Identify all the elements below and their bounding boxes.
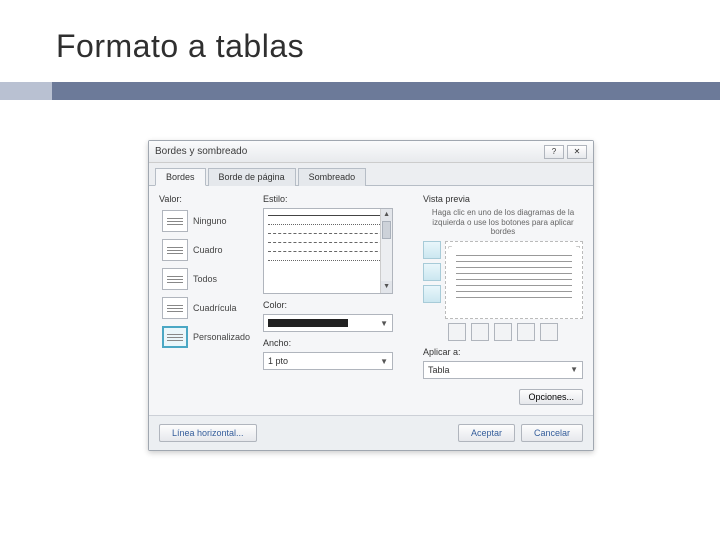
- opciones-button[interactable]: Opciones...: [519, 389, 583, 405]
- valor-cuadro-label: Cuadro: [193, 245, 223, 255]
- dialog-titlebar: Bordes y sombreado ? ✕: [149, 141, 593, 163]
- valor-todos[interactable]: Todos: [159, 266, 253, 292]
- border-diag1-button[interactable]: [517, 323, 535, 341]
- estilo-scrollbar[interactable]: ▲ ▼: [380, 209, 392, 293]
- style-dotted[interactable]: [268, 224, 388, 225]
- valor-personalizado-icon: [162, 326, 188, 348]
- style-section: Estilo: ▲ ▼ Color: ▼ Ancho:: [263, 194, 413, 405]
- help-button[interactable]: ?: [544, 145, 564, 159]
- valor-personalizado[interactable]: Personalizado: [159, 324, 253, 350]
- border-left-button[interactable]: [448, 323, 466, 341]
- tab-sombreado[interactable]: Sombreado: [298, 168, 367, 186]
- valor-todos-label: Todos: [193, 274, 217, 284]
- ancho-value: 1 pto: [268, 356, 288, 366]
- aplicar-label: Aplicar a:: [423, 347, 583, 357]
- close-button[interactable]: ✕: [567, 145, 587, 159]
- ancho-combo[interactable]: 1 pto ▼: [263, 352, 393, 370]
- valor-ninguno-icon: [162, 210, 188, 232]
- tab-bordes[interactable]: Bordes: [155, 168, 206, 186]
- vista-label: Vista previa: [423, 194, 583, 204]
- valor-personalizado-label: Personalizado: [193, 332, 250, 342]
- scroll-down-icon[interactable]: ▼: [381, 281, 392, 293]
- aplicar-section: Aplicar a: Tabla ▼: [423, 347, 583, 385]
- valor-ninguno-label: Ninguno: [193, 216, 227, 226]
- dialog-title: Bordes y sombreado: [155, 146, 541, 157]
- chevron-down-icon: ▼: [570, 365, 578, 374]
- style-dashed-2[interactable]: [268, 251, 388, 252]
- dialog-footer: Línea horizontal... Aceptar Cancelar: [149, 415, 593, 450]
- border-diag2-button[interactable]: [540, 323, 558, 341]
- style-dashed-wide[interactable]: [268, 242, 388, 243]
- aplicar-combo[interactable]: Tabla ▼: [423, 361, 583, 379]
- ancho-label: Ancho:: [263, 338, 413, 348]
- color-label: Color:: [263, 300, 413, 310]
- color-swatch: [268, 319, 348, 327]
- border-bottom-button[interactable]: [423, 285, 441, 303]
- accent-bar: [0, 82, 720, 100]
- chevron-down-icon: ▼: [380, 357, 388, 366]
- preview-pane: ⌐ ¬: [445, 241, 583, 319]
- estilo-listbox[interactable]: ▲ ▼: [263, 208, 393, 294]
- preview-section: Vista previa Haga clic en uno de los dia…: [423, 194, 583, 405]
- style-solid[interactable]: [268, 215, 388, 216]
- preview-bottom-buttons: [423, 323, 583, 341]
- valor-todos-icon: [162, 268, 188, 290]
- border-center-button[interactable]: [471, 323, 489, 341]
- tab-strip: Bordes Borde de página Sombreado: [149, 163, 593, 186]
- chevron-down-icon: ▼: [380, 319, 388, 328]
- style-dashdot[interactable]: [268, 260, 388, 261]
- valor-cuadricula-icon: [162, 297, 188, 319]
- slide-title: Formato a tablas: [56, 28, 304, 65]
- vista-hint: Haga clic en uno de los diagramas de la …: [423, 208, 583, 237]
- corner-icon: ⌐: [448, 244, 452, 251]
- color-combo[interactable]: ▼: [263, 314, 393, 332]
- corner-icon: ¬: [576, 244, 580, 251]
- preview-side-buttons: [423, 241, 441, 319]
- linea-horizontal-button[interactable]: Línea horizontal...: [159, 424, 257, 442]
- style-dashed-small[interactable]: [268, 233, 388, 234]
- scroll-up-icon[interactable]: ▲: [381, 209, 392, 221]
- border-middle-button[interactable]: [423, 263, 441, 281]
- tab-body: Valor: Ninguno Cuadro Todos Cuadrícula: [149, 186, 593, 415]
- aplicar-value: Tabla: [428, 365, 450, 375]
- valor-cuadricula-label: Cuadrícula: [193, 303, 237, 313]
- valor-label: Valor:: [159, 194, 253, 204]
- estilo-label: Estilo:: [263, 194, 413, 204]
- valor-cuadro-icon: [162, 239, 188, 261]
- aceptar-button[interactable]: Aceptar: [458, 424, 515, 442]
- valor-cuadricula[interactable]: Cuadrícula: [159, 295, 253, 321]
- borders-shading-dialog: Bordes y sombreado ? ✕ Bordes Borde de p…: [148, 140, 594, 451]
- border-top-button[interactable]: [423, 241, 441, 259]
- valor-cuadro[interactable]: Cuadro: [159, 237, 253, 263]
- scroll-thumb[interactable]: [382, 221, 391, 239]
- tab-borde-pagina[interactable]: Borde de página: [208, 168, 296, 186]
- valor-section: Valor: Ninguno Cuadro Todos Cuadrícula: [159, 194, 253, 405]
- border-right-button[interactable]: [494, 323, 512, 341]
- valor-ninguno[interactable]: Ninguno: [159, 208, 253, 234]
- cancelar-button[interactable]: Cancelar: [521, 424, 583, 442]
